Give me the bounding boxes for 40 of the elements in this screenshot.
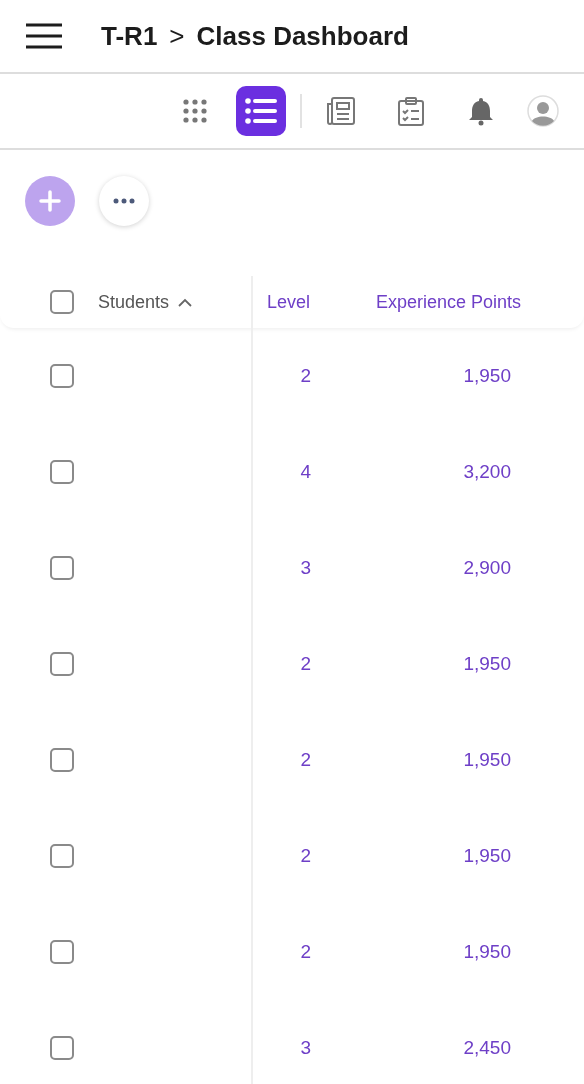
sort-ascending-icon[interactable]	[177, 297, 194, 307]
table-cell: 1,950	[463, 844, 511, 866]
table-cell: 1,950	[463, 748, 511, 770]
table-cell: 1,950	[463, 940, 511, 962]
table-cell-text: 2	[300, 747, 311, 772]
table-cell-text: 2	[300, 843, 311, 868]
page-title: Class Dashboard	[196, 19, 409, 53]
list-view-button[interactable]	[236, 86, 286, 136]
more-icon	[113, 198, 135, 204]
breadcrumb-separator: >	[169, 19, 185, 53]
table-cell: 1,950	[463, 652, 511, 674]
row-checkbox[interactable]	[50, 844, 74, 868]
column-header[interactable]: Students	[98, 288, 170, 316]
grid-icon	[182, 98, 208, 124]
row-checkbox[interactable]	[50, 652, 74, 676]
table-cell: 2,450	[463, 1036, 511, 1058]
table-cell: 3,200	[463, 460, 511, 482]
row-checkbox[interactable]	[50, 940, 74, 964]
column-header[interactable]: Experience Points	[375, 291, 521, 312]
table-cell-text: 3	[300, 555, 311, 580]
row-checkbox[interactable]	[50, 460, 74, 484]
table-cell-text: 3	[300, 1035, 311, 1060]
plus-icon	[39, 190, 61, 212]
row-checkbox[interactable]	[50, 748, 74, 772]
more-button[interactable]	[99, 176, 149, 226]
table-cell-text: 2	[300, 363, 311, 388]
menu-icon[interactable]	[25, 23, 63, 49]
column-header[interactable]: Level	[267, 288, 311, 316]
row-checkbox[interactable]	[50, 1036, 74, 1060]
row-checkbox[interactable]	[50, 556, 74, 580]
select-all-checkbox[interactable]	[50, 290, 74, 314]
table-cell: 2,900	[463, 556, 511, 578]
breadcrumb-link[interactable]: T-R1	[101, 16, 158, 56]
add-button[interactable]	[25, 176, 75, 226]
table-cell: 1,950	[463, 364, 511, 386]
table-cell-text: 4	[300, 459, 311, 484]
list-icon	[245, 98, 277, 124]
table-cell-text: 2	[300, 651, 311, 676]
table-cell-text: 2	[300, 939, 311, 964]
row-checkbox[interactable]	[50, 364, 74, 388]
